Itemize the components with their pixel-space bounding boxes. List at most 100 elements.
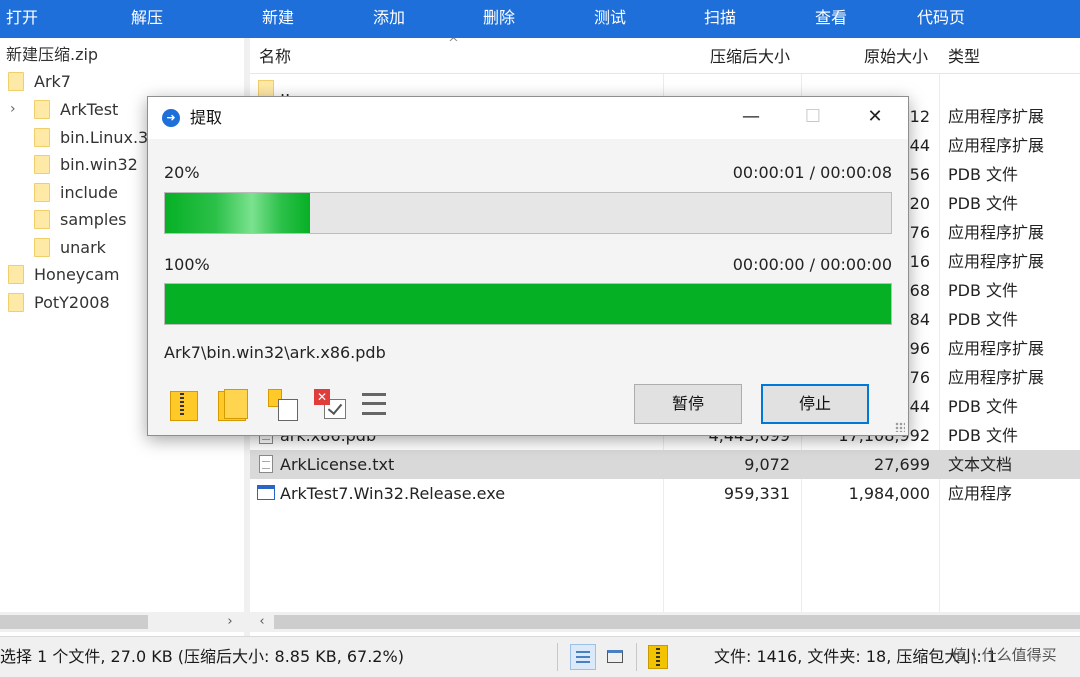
column-header-type[interactable]: 类型 <box>948 38 980 74</box>
file-type: 应用程序扩展 <box>948 368 1045 387</box>
file-original-size: 76 <box>909 368 930 387</box>
status-bar: 选择 1 个文件, 27.0 KB (压缩后大小: 8.85 KB, 67.2%… <box>0 636 1080 677</box>
executable-icon <box>257 485 275 500</box>
file-type: 应用程序扩展 <box>948 136 1045 155</box>
file-type: PDB 文件 <box>948 426 1019 445</box>
column-header-name[interactable]: 名称 <box>259 38 291 74</box>
tree-horizontal-scrollbar[interactable]: › <box>0 612 244 632</box>
list-item[interactable]: ArkTest7.Win32.Release.exe 959,331 1,984… <box>250 479 1080 508</box>
close-button[interactable]: ✕ <box>852 97 898 139</box>
preview-view-button[interactable] <box>602 644 628 670</box>
scrollbar-thumb[interactable] <box>0 615 148 629</box>
toolbar-scan-button[interactable]: 扫描 <box>704 0 736 38</box>
toolbar-delete-button[interactable]: 删除 <box>483 0 515 38</box>
file-type: 应用程序扩展 <box>948 252 1045 271</box>
main-toolbar: 打开 解压 新建 添加 删除 测试 扫描 查看 代码页 <box>0 0 1080 38</box>
toolbar-extract-button[interactable]: 解压 <box>131 0 163 38</box>
x-mark-shape: ✕ <box>314 389 330 405</box>
dialog-title: 提取 <box>190 108 223 127</box>
column-header-original[interactable]: 原始大小 <box>864 38 928 74</box>
list-header: ^ 名称 压缩后大小 原始大小 类型 <box>250 38 1080 74</box>
file-original-size: 56 <box>909 165 930 184</box>
folder-icon <box>34 100 50 119</box>
toolbar-new-button[interactable]: 新建 <box>262 0 294 38</box>
folder-icon <box>8 293 24 312</box>
folder-icon <box>8 265 24 284</box>
minimize-button[interactable]: — <box>728 97 774 139</box>
tree-item-label: Ark7 <box>34 72 71 91</box>
file-type: PDB 文件 <box>948 281 1019 300</box>
file-original-size: 96 <box>909 339 930 358</box>
file-type: 文本文档 <box>948 455 1013 474</box>
archive-icon <box>648 645 668 669</box>
maximize-button[interactable]: ☐ <box>790 97 836 139</box>
file-compressed-size: 9,072 <box>744 455 790 474</box>
zip-stripe-shape <box>180 393 184 415</box>
text-file-icon <box>259 455 273 473</box>
toolbar-codepage-button[interactable]: 代码页 <box>917 0 965 38</box>
folder-icon <box>34 155 50 174</box>
file-original-size: 20 <box>909 194 930 213</box>
file-type: PDB 文件 <box>948 194 1019 213</box>
toolbar-test-button[interactable]: 测试 <box>594 0 626 38</box>
zip-folder-shape <box>170 391 198 421</box>
toolbar-add-button[interactable]: 添加 <box>373 0 405 38</box>
tree-item-ark7[interactable]: Ark7 <box>0 68 240 95</box>
tree-item-label: PotY2008 <box>34 293 110 312</box>
folder-icon <box>34 128 50 147</box>
file-name: ArkTest7.Win32.Release.exe <box>280 484 506 503</box>
toolbar-open-button[interactable]: 打开 <box>6 0 38 38</box>
file-progress-fill <box>165 284 891 324</box>
file-original-size: 68 <box>909 281 930 300</box>
stop-button[interactable]: 停止 <box>761 384 869 424</box>
total-progress-fill <box>165 193 310 233</box>
file-original-size: 1,984,000 <box>848 484 930 503</box>
file-type: 应用程序扩展 <box>948 339 1045 358</box>
file-name: ArkLicense.txt <box>280 455 395 474</box>
chevron-right-icon[interactable]: › <box>10 96 16 123</box>
open-folder-icon[interactable] <box>216 387 250 423</box>
scrollbar-thumb[interactable] <box>274 615 1080 629</box>
menu-icon[interactable] <box>358 387 392 423</box>
tree-item-label: Honeycam <box>34 265 120 284</box>
dialog-title-bar[interactable]: ➜ 提取 — ☐ ✕ <box>148 97 908 139</box>
scroll-right-icon[interactable]: › <box>220 612 240 632</box>
scroll-left-icon[interactable]: ‹ <box>252 612 272 632</box>
tree-item-label: bin.Linux.3. <box>60 128 154 147</box>
folder-icon <box>8 72 24 91</box>
list-horizontal-scrollbar[interactable]: ‹ <box>250 612 1080 632</box>
tree-item-label: unark <box>60 238 106 257</box>
total-progress-bar <box>164 192 892 234</box>
total-progress-time: 00:00:01 / 00:00:08 <box>732 163 892 182</box>
details-view-button[interactable] <box>570 644 596 670</box>
status-divider <box>557 643 558 671</box>
file-type: PDB 文件 <box>948 310 1019 329</box>
file-compressed-size: 959,331 <box>723 484 790 503</box>
list-item-selected[interactable]: ArkLicense.txt 9,072 27,699 文本文档 <box>250 450 1080 479</box>
tree-item-label: include <box>60 183 118 202</box>
file-type: 应用程序扩展 <box>948 223 1045 242</box>
tree-item-label: samples <box>60 210 127 229</box>
folder-front-shape <box>224 389 248 419</box>
resize-grip-icon[interactable] <box>895 422 905 432</box>
tree-item-label: bin.win32 <box>60 155 138 174</box>
column-header-compressed[interactable]: 压缩后大小 <box>710 38 790 74</box>
copy-icon[interactable] <box>264 387 298 423</box>
file-original-size: 27,699 <box>874 455 930 474</box>
toolbar-view-button[interactable]: 查看 <box>815 0 847 38</box>
list-view-icon <box>576 651 590 663</box>
file-original-size: 44 <box>909 397 930 416</box>
tree-root-label: 新建压缩.zip <box>6 45 99 64</box>
folder-icon <box>34 210 50 229</box>
extract-dialog: ➜ 提取 — ☐ ✕ 20% 00:00:01 / 00:00:08 100% … <box>147 96 909 436</box>
current-file-path: Ark7\bin.win32\ark.x86.pdb <box>164 343 386 362</box>
zip-folder-icon[interactable] <box>168 387 202 423</box>
file-type: 应用程序 <box>948 484 1013 503</box>
file-progress-percent: 100% <box>164 255 210 274</box>
status-divider <box>636 643 637 671</box>
menu-lines-shape <box>362 393 386 415</box>
close-when-done-icon[interactable]: ✕ <box>312 387 346 423</box>
file-original-size: 76 <box>909 223 930 242</box>
app-logo-icon: ➜ <box>162 109 180 127</box>
pause-button[interactable]: 暂停 <box>634 384 742 424</box>
